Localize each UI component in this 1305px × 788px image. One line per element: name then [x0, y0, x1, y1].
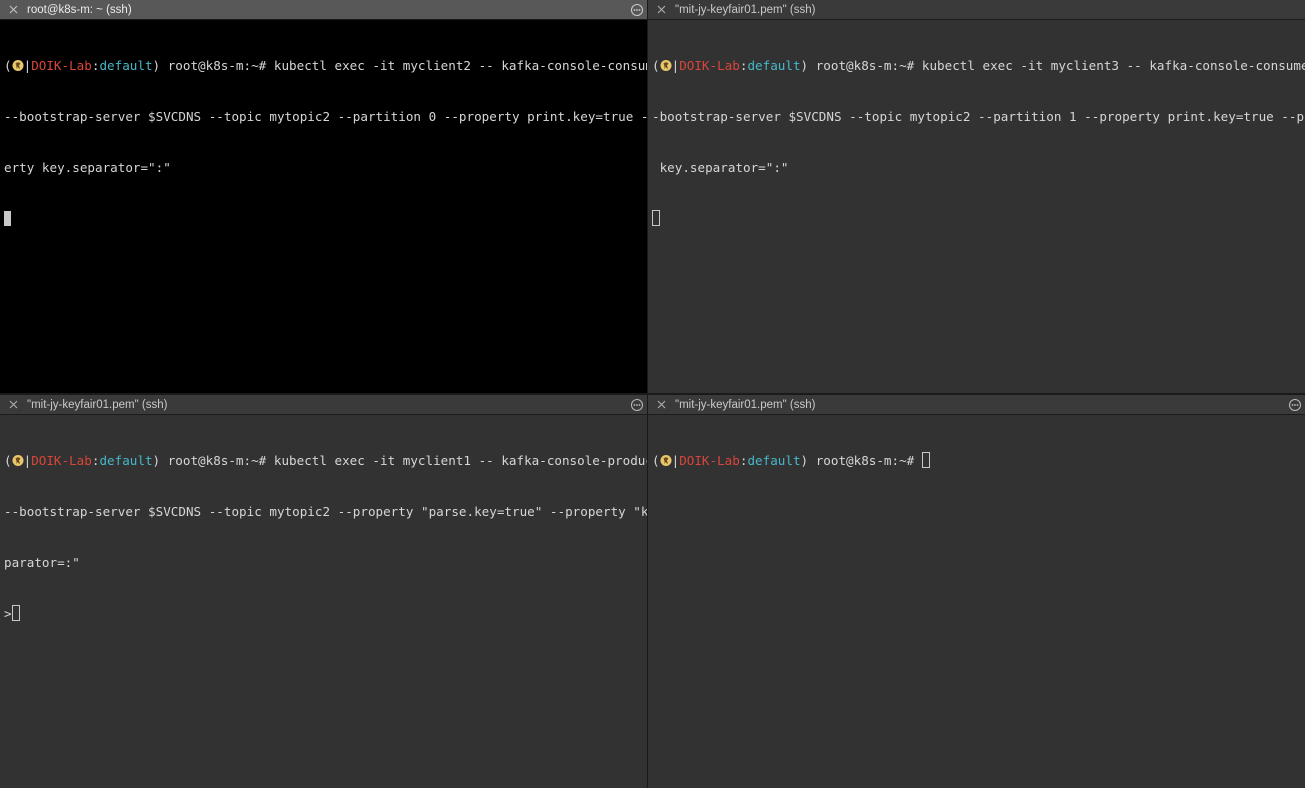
command-wrap-line: -bootstrap-server $SVCDNS --topic mytopi…	[652, 109, 1305, 124]
text-cursor	[4, 211, 11, 226]
prompt-line: (|DOIK-Lab:default) root@k8s-m:~# kubect…	[4, 57, 647, 74]
kube-context-icon	[660, 60, 672, 71]
close-icon[interactable]	[7, 398, 20, 411]
text-cursor	[11, 605, 20, 621]
command-text: kubectl exec -it myclient2 -- kafka-cons…	[273, 58, 647, 73]
text-cursor	[921, 452, 930, 468]
pane-title: "mit-jy-keyfair01.pem" (ssh)	[675, 3, 816, 16]
prompt-host: ) root@k8s-m:~#	[800, 58, 922, 73]
prompt-host: ) root@k8s-m:~#	[800, 453, 922, 468]
text-cursor	[652, 210, 660, 226]
close-icon[interactable]	[7, 3, 20, 16]
terminal-pane-bottom-right[interactable]: "mit-jy-keyfair01.pem" (ssh) (|DOIK-Lab:…	[648, 395, 1305, 788]
pane-tab-bar[interactable]: "mit-jy-keyfair01.pem" (ssh)	[648, 395, 1305, 415]
command-wrap-line: key.separator=":"	[652, 160, 789, 175]
cursor-line	[652, 210, 1300, 227]
cluster-name: DOIK-Lab	[31, 58, 92, 73]
prompt-line: (|DOIK-Lab:default) root@k8s-m:~#	[652, 452, 1300, 469]
prompt-line: (|DOIK-Lab:default) root@k8s-m:~# kubect…	[652, 57, 1305, 74]
more-options-icon[interactable]	[630, 3, 644, 17]
namespace-name: default	[747, 58, 801, 73]
producer-input-prompt: >	[4, 606, 12, 621]
terminal-output[interactable]: (|DOIK-Lab:default) root@k8s-m:~# kubect…	[648, 20, 1305, 393]
namespace-name: default	[99, 58, 153, 73]
more-options-icon[interactable]	[1288, 398, 1302, 412]
prompt-host: ) root@k8s-m:~#	[152, 453, 274, 468]
pane-divider-horizontal[interactable]	[0, 393, 1305, 395]
terminal-output[interactable]: (|DOIK-Lab:default) root@k8s-m:~# kubect…	[0, 415, 647, 788]
pane-title: root@k8s-m: ~ (ssh)	[27, 3, 132, 16]
prompt-host: ) root@k8s-m:~#	[152, 58, 274, 73]
kube-context-icon	[12, 60, 24, 71]
command-wrap-line: --bootstrap-server $SVCDNS --topic mytop…	[4, 109, 647, 124]
namespace-name: default	[747, 453, 801, 468]
cluster-name: DOIK-Lab	[31, 453, 92, 468]
pane-title: "mit-jy-keyfair01.pem" (ssh)	[27, 398, 168, 411]
close-icon[interactable]	[655, 3, 668, 16]
command-wrap-line: --bootstrap-server $SVCDNS --topic mytop…	[4, 504, 647, 519]
cursor-line	[4, 210, 642, 227]
command-text: kubectl exec -it myclient1 -- kafka-cons…	[273, 453, 647, 468]
prompt-paren: (	[652, 453, 660, 468]
pane-tab-bar[interactable]: root@k8s-m: ~ (ssh)	[0, 0, 647, 20]
terminal-pane-top-left[interactable]: root@k8s-m: ~ (ssh) (|DOIK-Lab:default) …	[0, 0, 647, 393]
cursor-line: >	[4, 605, 642, 622]
pane-tab-bar[interactable]: "mit-jy-keyfair01.pem" (ssh)	[0, 395, 647, 415]
kube-context-icon	[660, 455, 672, 466]
close-icon[interactable]	[655, 398, 668, 411]
terminal-pane-bottom-left[interactable]: "mit-jy-keyfair01.pem" (ssh) (|DOIK-Lab:…	[0, 395, 647, 788]
prompt-paren: (	[4, 58, 12, 73]
terminal-pane-top-right[interactable]: "mit-jy-keyfair01.pem" (ssh) (|DOIK-Lab:…	[648, 0, 1305, 393]
more-options-icon[interactable]	[630, 398, 644, 412]
prompt-paren: (	[652, 58, 660, 73]
pane-tab-bar[interactable]: "mit-jy-keyfair01.pem" (ssh)	[648, 0, 1305, 20]
command-wrap-line: erty key.separator=":"	[4, 160, 171, 175]
terminal-output[interactable]: (|DOIK-Lab:default) root@k8s-m:~# kubect…	[0, 20, 647, 393]
cluster-name: DOIK-Lab	[679, 453, 740, 468]
cluster-name: DOIK-Lab	[679, 58, 740, 73]
terminal-output[interactable]: (|DOIK-Lab:default) root@k8s-m:~#	[648, 415, 1305, 788]
kube-context-icon	[12, 455, 24, 466]
command-text: kubectl exec -it myclient3 -- kafka-cons…	[921, 58, 1305, 73]
pane-title: "mit-jy-keyfair01.pem" (ssh)	[675, 398, 816, 411]
prompt-line: (|DOIK-Lab:default) root@k8s-m:~# kubect…	[4, 452, 647, 469]
namespace-name: default	[99, 453, 153, 468]
prompt-paren: (	[4, 453, 12, 468]
command-wrap-line: parator=:"	[4, 555, 80, 570]
